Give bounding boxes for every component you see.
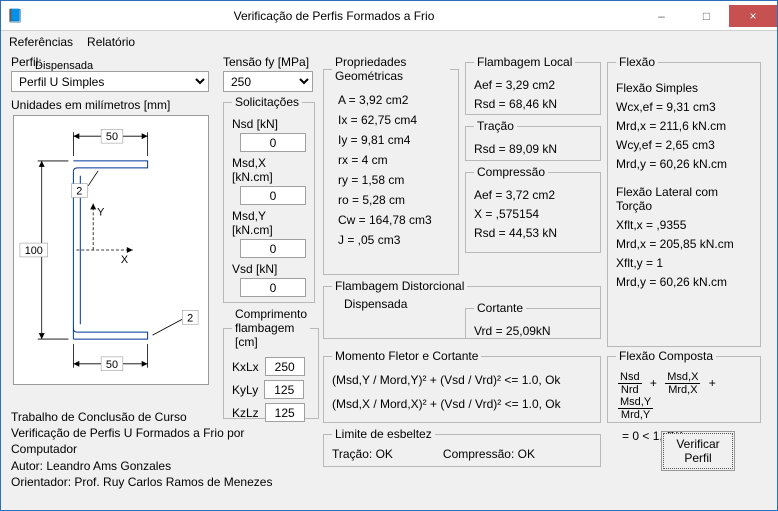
nsd-label: Nsd [kN] xyxy=(232,117,306,131)
comprimento-group: Comprimento flambagem [cm] KxLx KyLy KzL… xyxy=(223,307,319,419)
momento-legend: Momento Fletor e Cortante xyxy=(332,349,481,363)
perfil-label: Perfil: xyxy=(11,55,42,69)
footer-l1: Trabalho de Conclusão de Curso xyxy=(11,409,311,425)
compressao-legend: Compressão xyxy=(474,165,548,179)
footer-info: Trabalho de Conclusão de Curso Verificaç… xyxy=(11,409,311,490)
tracao-legend: Tração xyxy=(474,119,517,133)
flexao-composta-formula: NsdNrd + Msd,XMrd,X + Msd,YMrd,Y xyxy=(616,371,752,421)
comprimento-legend: Comprimento flambagem [cm] xyxy=(232,307,310,349)
prop-ro: ro = 5,28 cm xyxy=(332,193,450,207)
unidades-label: Unidades em milímetros [mm] xyxy=(11,98,170,112)
prop-ix: Ix = 62,75 cm4 xyxy=(332,113,450,127)
limite-compressao: Compressão: OK xyxy=(443,447,535,461)
msdx-input[interactable] xyxy=(240,186,306,205)
prop-a: A = 3,92 cm2 xyxy=(332,93,450,107)
tracao-rsd: Rsd = 89,09 kN xyxy=(474,142,592,156)
propriedades-group: Propriedades Geométricas A = 3,92 cm2 Ix… xyxy=(323,55,459,275)
menubar: Referências Relatório xyxy=(1,31,777,53)
limite-esbeltez-group: Limite de esbeltez Tração: OK Compressão… xyxy=(323,427,601,467)
titlebar: 📘 Verificação de Perfis Formados a Frio … xyxy=(1,1,777,31)
flexao-xflty: Xflt,y = 1 xyxy=(616,256,752,270)
perfil-select[interactable]: Perfil U Simples xyxy=(11,71,209,92)
dim-top: 50 xyxy=(106,131,118,143)
footer-l4: Orientador: Prof. Ruy Carlos Ramos de Me… xyxy=(11,474,311,490)
flamb-dist-l1: Dispensada xyxy=(332,297,407,311)
limite-tracao: Tração: OK xyxy=(332,447,393,461)
cortante-vrd: Vrd = 25,09kN xyxy=(474,324,592,338)
prop-cw: Cw = 164,78 cm3 xyxy=(332,213,450,227)
compressao-group: Compressão Aef = 3,72 cm2 X = ,575154 Rs… xyxy=(465,165,601,253)
kxlx-input[interactable] xyxy=(265,357,305,376)
flamb-local-aef: Aef = 3,29 cm2 xyxy=(474,78,592,92)
flexao-composta-legend: Flexão Composta xyxy=(616,349,716,363)
flexao-wcy: Wcy,ef = 2,65 cm3 xyxy=(616,138,752,152)
footer-l2: Verificação de Perfis U Formados a Frio … xyxy=(11,425,311,457)
limite-esbeltez-legend: Limite de esbeltez xyxy=(332,427,435,441)
flexao-composta-group: Flexão Composta NsdNrd + Msd,XMrd,X + Ms… xyxy=(607,349,761,423)
flexao-legend: Flexão xyxy=(616,55,658,69)
close-button[interactable]: × xyxy=(729,5,777,27)
flexao-xfltx: Xflt,x = ,9355 xyxy=(616,218,752,232)
flexao-mrdx: Mrd,x = 211,6 kN.cm xyxy=(616,119,752,133)
menu-relatorio[interactable]: Relatório xyxy=(87,35,135,49)
flambagem-local-legend: Flambagem Local xyxy=(474,55,575,69)
cortante-group: Cortante Vrd = 25,09kN xyxy=(465,301,601,339)
prop-j: J = ,05 cm3 xyxy=(332,233,450,247)
flexao-wcx: Wcx,ef = 9,31 cm3 xyxy=(616,100,752,114)
flamb-local-rsd: Rsd = 68,46 kN xyxy=(474,97,592,111)
momento-l1: (Msd,Y / Mord,Y)² + (Vsd / Vrd)² <= 1.0,… xyxy=(332,373,592,387)
flexao-mrdy: Mrd,y = 60,26 kN.cm xyxy=(616,157,752,171)
footer-l3: Autor: Leandro Ams Gonzales xyxy=(11,458,311,474)
cortante-legend: Cortante xyxy=(474,301,526,315)
prop-iy: Iy = 9,81 cm4 xyxy=(332,133,450,147)
msdy-input[interactable] xyxy=(240,239,306,258)
solicitacoes-group: Solicitações Nsd [kN] Msd,X [kN.cm] Msd,… xyxy=(223,95,315,303)
kyly-label: KyLy xyxy=(232,383,258,397)
momento-l2: (Msd,X / Mord,X)² + (Vsd / Vrd)² <= 1.0,… xyxy=(332,397,592,411)
nsd-input[interactable] xyxy=(240,133,306,152)
profile-drawing: 50 50 100 xyxy=(13,115,209,385)
solicitacoes-legend: Solicitações xyxy=(232,95,302,109)
dim-bottom: 50 xyxy=(106,359,118,371)
flexao-simples-title: Flexão Simples xyxy=(616,81,752,95)
flambagem-distorcional-legend: Flambagem Distorcional xyxy=(332,279,467,293)
verificar-button[interactable]: Verificar Perfil xyxy=(663,433,733,469)
app-icon: 📘 xyxy=(7,8,23,24)
window-title: Verificação de Perfis Formados a Frio xyxy=(29,9,639,23)
tracao-group: Tração Rsd = 89,09 kN xyxy=(465,119,601,161)
compressao-aef: Aef = 3,72 cm2 xyxy=(474,188,592,202)
prop-rx: rx = 4 cm xyxy=(332,153,450,167)
dim-t1: 2 xyxy=(76,186,82,198)
maximize-button[interactable]: □ xyxy=(684,5,729,27)
flexao-mrdy2: Mrd,y = 60,26 kN.cm xyxy=(616,275,752,289)
flexao-mrdx2: Mrd,x = 205,85 kN.cm xyxy=(616,237,752,251)
menu-referencias[interactable]: Referências xyxy=(9,35,73,49)
propriedades-legend: Propriedades Geométricas xyxy=(332,55,450,83)
msdy-label: Msd,Y [kN.cm] xyxy=(232,209,306,237)
prop-ry: ry = 1,58 cm xyxy=(332,173,450,187)
app-window: 📘 Verificação de Perfis Formados a Frio … xyxy=(0,0,778,511)
minimize-button[interactable]: – xyxy=(639,5,684,27)
kyly-input[interactable] xyxy=(264,380,304,399)
axis-x: X xyxy=(121,254,129,266)
tensao-label: Tensão fy [MPa] xyxy=(223,55,309,69)
flexao-lat-title: Flexão Lateral com Torção xyxy=(616,185,752,213)
dim-left: 100 xyxy=(25,245,43,257)
vsd-label: Vsd [kN] xyxy=(232,262,306,276)
compressao-rsd: Rsd = 44,53 kN xyxy=(474,226,592,240)
compressao-x: X = ,575154 xyxy=(474,207,592,221)
vsd-input[interactable] xyxy=(240,278,306,297)
axis-y: Y xyxy=(97,206,105,218)
dim-t2: 2 xyxy=(187,312,193,324)
momento-group: Momento Fletor e Cortante (Msd,Y / Mord,… xyxy=(323,349,601,423)
msdx-label: Msd,X [kN.cm] xyxy=(232,156,306,184)
window-controls: – □ × xyxy=(639,5,777,27)
content-area: Perfil: Perfil U Simples Tensão fy [MPa]… xyxy=(1,53,777,510)
tensao-select[interactable]: 250 xyxy=(223,71,313,92)
kxlx-label: KxLx xyxy=(232,360,259,374)
flexao-group: Flexão Flexão Simples Wcx,ef = 9,31 cm3 … xyxy=(607,55,761,347)
flambagem-local-group: Flambagem Local Aef = 3,29 cm2 Rsd = 68,… xyxy=(465,55,601,115)
